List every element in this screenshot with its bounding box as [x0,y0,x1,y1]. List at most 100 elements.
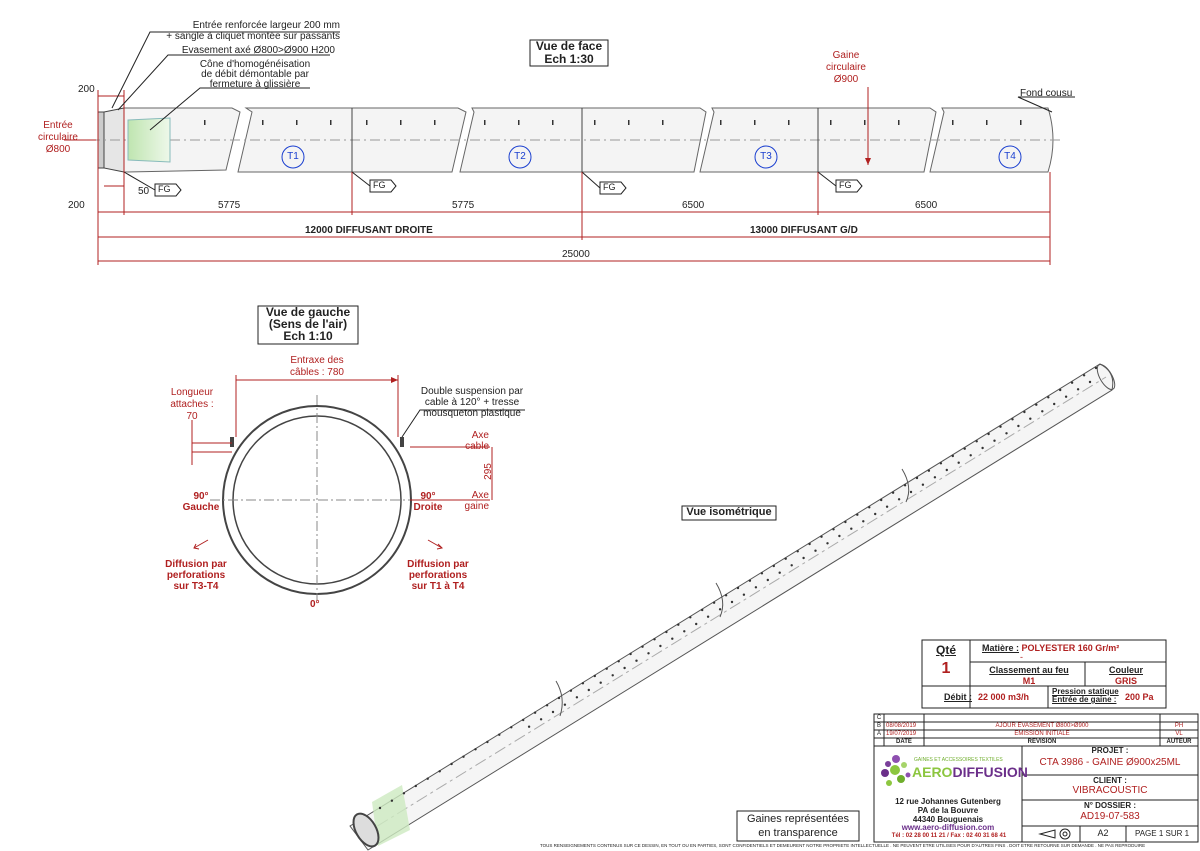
pressure-value: 200 Pa [1125,692,1154,702]
perforation [952,120,954,125]
perforation [594,120,596,125]
perforation [581,682,585,685]
perforation [1070,381,1074,384]
perforation [736,586,740,590]
axe-gaine: Axe gaine [455,490,489,512]
perforation [986,120,988,125]
axe-gaine-2: gaine [464,501,489,512]
perforation [957,461,960,464]
dim-6500-b: 6500 [915,200,938,211]
perforation [808,542,811,546]
format-value: A2 [1097,828,1109,838]
perforation [830,120,832,125]
company-name-a: AERO [912,764,953,780]
perforation [864,120,866,125]
suspension-note: Double suspension par cable à 120° + tre… [412,386,532,419]
perforation [605,667,608,670]
rev-a: A [876,731,881,737]
perforation [330,120,332,125]
perforation [969,454,972,457]
perforation [545,704,549,707]
left-angle-2: Gauche [182,502,220,513]
perforation [611,674,614,677]
fg-tag-3: FG [603,182,616,192]
dim-13000: 13000 DIFFUSANT G/D [750,225,858,236]
dim-12000: 12000 DIFFUSANT DROITE [305,225,433,236]
perforation [400,120,402,125]
perforation [1041,410,1044,413]
perforation [1005,432,1008,435]
color-spec: Couleur GRIS [1086,665,1166,687]
attach-3: 70 [186,411,198,422]
perforation [510,726,513,729]
perforation [647,652,650,655]
perforation [498,733,501,736]
perforation [999,425,1002,428]
perforation [522,718,525,722]
client-label: CLIENT : [1093,776,1127,785]
left-angle-1: 90° [193,491,209,502]
fg-tag-1: FG [158,184,171,194]
perforation [518,120,520,125]
perforation [486,740,489,744]
right-angle-1: 90° [420,491,436,502]
dossier-value: AD19-07-583 [1080,811,1140,822]
rev-header-date: DATE [896,739,912,745]
color-value: GRIS [1114,676,1137,686]
note-strap: + sangle à cliquet montée sur passants [166,31,340,42]
axe-cable-2: cable [465,441,489,452]
company-tagline: GAINES ET ACCESSOIRES TEXTILES [914,757,1003,763]
perforation [903,484,907,487]
diff-right-2: perforations [408,570,468,581]
perforation [790,564,793,567]
inlet-reinforcement-note: Entrée renforcée largeur 200 mm + sangle… [150,20,340,42]
perforation [826,542,829,545]
perforation [569,689,573,692]
diff-left-2: perforations [166,570,226,581]
perforation [933,476,937,479]
perforation [868,506,871,509]
qty-label: Qté [935,643,956,657]
perforation [788,120,790,125]
cone-note: Cône d'homogénéisation de débit démontab… [190,60,320,90]
perforation [262,120,264,125]
section-t2: T2 [514,151,526,162]
perforation [641,645,644,648]
perforation [539,718,543,721]
perforation [951,454,954,458]
material-value: POLYESTER 160 Gr/m² [1021,643,1120,653]
fire-class: Classement au feu M1 [974,665,1084,687]
perforation [921,483,925,486]
perforation [653,638,656,641]
perforation [844,520,847,524]
perforation [754,586,758,589]
perforation [434,120,436,125]
perforation [987,432,990,436]
company-web[interactable]: www.aero-diffusion.com [876,823,1020,832]
perforation [296,120,298,125]
rev-a-date: 19/07/2019 [886,731,917,737]
perforation [754,120,756,125]
perforation [1094,366,1098,370]
flow-value: 22 000 m3/h [978,692,1030,702]
perforation [689,616,692,619]
perforation [945,468,948,472]
end-label: Fond cousu [1020,88,1073,99]
inlet-label: Entrée circulaire Ø800 [30,120,86,156]
company-name-b: DIFFUSION [952,764,1028,780]
rev-a-text: EMISSION INITIALE [1014,731,1070,737]
perforation [862,520,865,523]
dim-5775-a: 5775 [218,200,241,211]
inlet-label-2: circulaire [37,132,78,143]
dim-25000: 25000 [562,249,590,260]
perforation [1017,424,1020,428]
dim-295: 295 [482,463,494,480]
diffusion-right: Diffusion par perforations sur T1 à T4 [398,559,478,592]
perforation [802,556,805,560]
perforation [1011,418,1014,421]
perforation [874,512,877,516]
diff-left-1: Diffusion par [165,559,227,570]
perforation [438,770,441,773]
rev-b-date: 08/08/2019 [886,723,917,729]
projection-symbol [1038,828,1071,840]
